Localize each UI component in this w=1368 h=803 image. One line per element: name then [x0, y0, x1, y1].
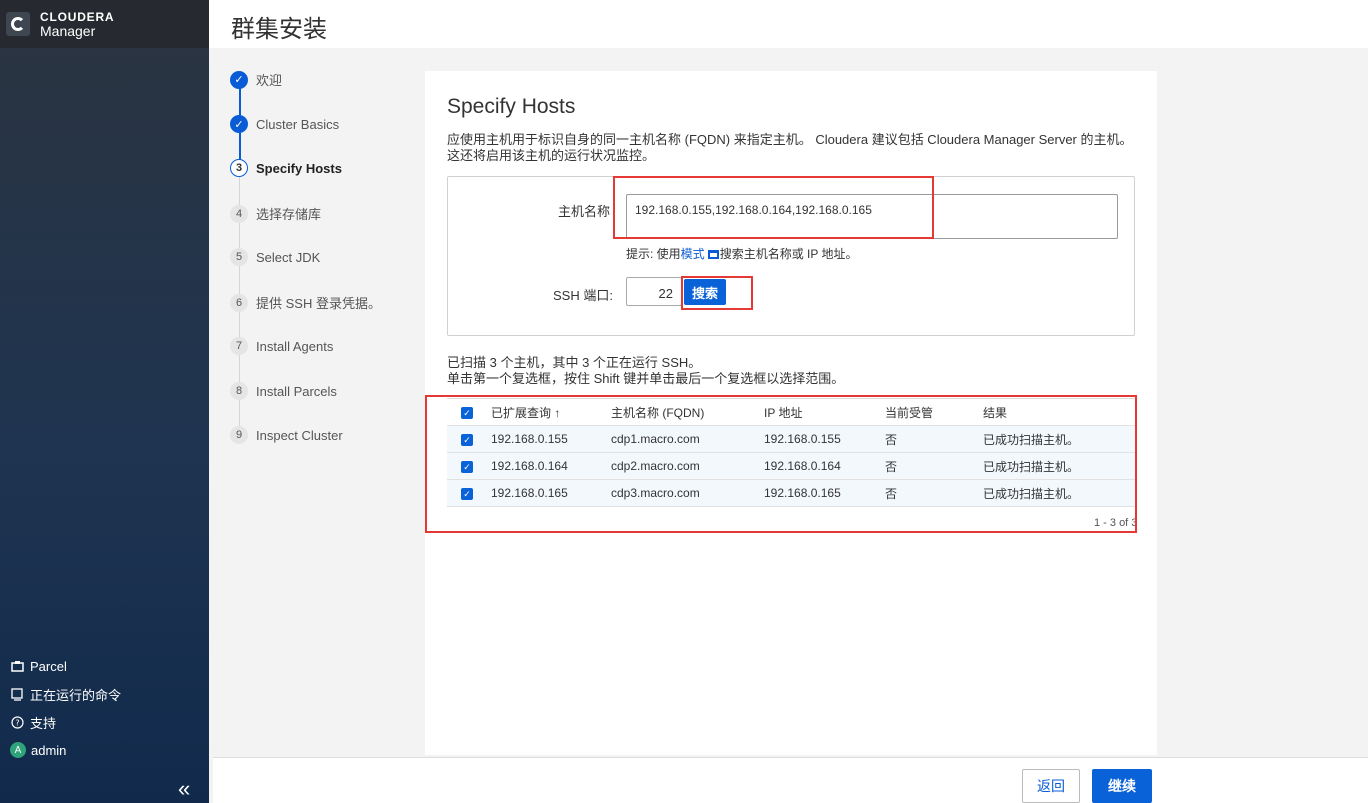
step-label: 提供 SSH 登录凭据。: [256, 296, 381, 311]
step-label: Install Parcels: [256, 383, 337, 399]
description-text: 应使用主机用于标识自身的同一主机名称 (FQDN) 来指定主机。 Clouder…: [447, 132, 1133, 163]
hostname-label: 主机名称: [558, 204, 611, 219]
step-number: 6: [230, 293, 248, 312]
continue-button[interactable]: 继续: [1092, 769, 1152, 803]
step-number: 7: [230, 337, 248, 355]
running-commands-icon: [10, 687, 24, 701]
sidebar-item-admin[interactable]: A admin: [0, 736, 209, 764]
cloudera-logo-icon: [6, 12, 30, 36]
collapse-sidebar-icon[interactable]: «: [178, 778, 190, 800]
step-label: 选择存储库: [256, 207, 322, 222]
step-install-agents[interactable]: 7 Install Agents: [230, 337, 333, 355]
scan-summary: 已扫描 3 个主机，其中 3 个正在运行 SSH。 单击第一个复选框，按住 Sh…: [447, 355, 844, 387]
step-inspect-cluster[interactable]: 9 Inspect Cluster: [230, 426, 343, 444]
sidebar-item-running-commands[interactable]: 正在运行的命令: [0, 680, 209, 708]
step-label: 欢迎: [256, 73, 283, 88]
step-ssh-credentials[interactable]: 6 提供 SSH 登录凭据。: [230, 293, 381, 312]
step-label: Cluster Basics: [256, 116, 340, 132]
page-title: 群集安装: [231, 16, 327, 43]
parcel-icon: [10, 659, 24, 673]
step-number: 8: [230, 382, 248, 400]
left-sidebar: CLOUDERA Manager Parcel 正在运行的命令 ? 支持 A a…: [0, 0, 209, 803]
highlight-hostname: [613, 176, 934, 239]
highlight-hosts-table: [425, 395, 1137, 533]
highlight-search-button: [681, 276, 753, 310]
step-install-parcels[interactable]: 8 Install Parcels: [230, 382, 337, 400]
check-icon: ✓: [230, 115, 248, 133]
scan-instructions-line: 单击第一个复选框，按住 Shift 键并单击最后一个复选框以选择范围。: [447, 371, 845, 386]
hint-prefix: 提示: 使用: [626, 247, 681, 261]
popup-icon[interactable]: [707, 250, 719, 259]
check-icon: ✓: [230, 70, 248, 89]
help-icon: ?: [10, 715, 24, 729]
sidebar-item-support[interactable]: ? 支持: [0, 708, 209, 736]
step-number: 5: [230, 248, 248, 266]
avatar: A: [10, 742, 26, 758]
hint-suffix: 搜索主机名称或 IP 地址。: [719, 247, 858, 261]
step-cluster-basics[interactable]: ✓ Cluster Basics: [230, 115, 339, 133]
step-select-repository[interactable]: 4 选择存储库: [230, 204, 321, 223]
brand[interactable]: CLOUDERA Manager: [0, 0, 209, 48]
brand-name: CLOUDERA: [40, 10, 115, 24]
step-label: Select JDK: [256, 249, 321, 265]
step-label: Specify Hosts: [256, 160, 342, 176]
svg-text:?: ?: [15, 718, 19, 727]
step-label: Install Agents: [256, 338, 334, 354]
sidebar-item-label: admin: [31, 742, 67, 758]
step-number: 4: [230, 204, 248, 223]
page-header: 群集安装: [209, 0, 1368, 48]
ssh-port-input[interactable]: 22: [626, 277, 682, 306]
sidebar-item-label: Parcel: [30, 658, 67, 674]
step-label: Inspect Cluster: [256, 427, 343, 443]
step-specify-hosts[interactable]: 3 Specify Hosts: [230, 159, 342, 177]
wizard-footer: 返回 继续: [213, 757, 1368, 803]
back-button[interactable]: 返回: [1022, 769, 1080, 803]
step-number: 9: [230, 426, 248, 444]
sidebar-item-label: 正在运行的命令: [30, 687, 122, 703]
step-welcome[interactable]: ✓ 欢迎: [230, 70, 282, 89]
ssh-port-label: SSH 端口:: [553, 288, 613, 303]
section-heading: Specify Hosts: [447, 95, 576, 118]
hint-text: 提示: 使用模式 搜索主机名称或 IP 地址。: [626, 245, 857, 262]
pattern-link[interactable]: 模式: [681, 247, 705, 261]
brand-sub: Manager: [40, 23, 96, 39]
sidebar-bottom-nav: Parcel 正在运行的命令 ? 支持 A admin: [0, 652, 209, 764]
sidebar-item-parcel[interactable]: Parcel: [0, 652, 209, 680]
scan-summary-line: 已扫描 3 个主机，其中 3 个正在运行 SSH。: [447, 355, 702, 370]
step-select-jdk[interactable]: 5 Select JDK: [230, 248, 320, 266]
step-number: 3: [230, 159, 248, 177]
sidebar-item-label: 支持: [30, 715, 57, 731]
